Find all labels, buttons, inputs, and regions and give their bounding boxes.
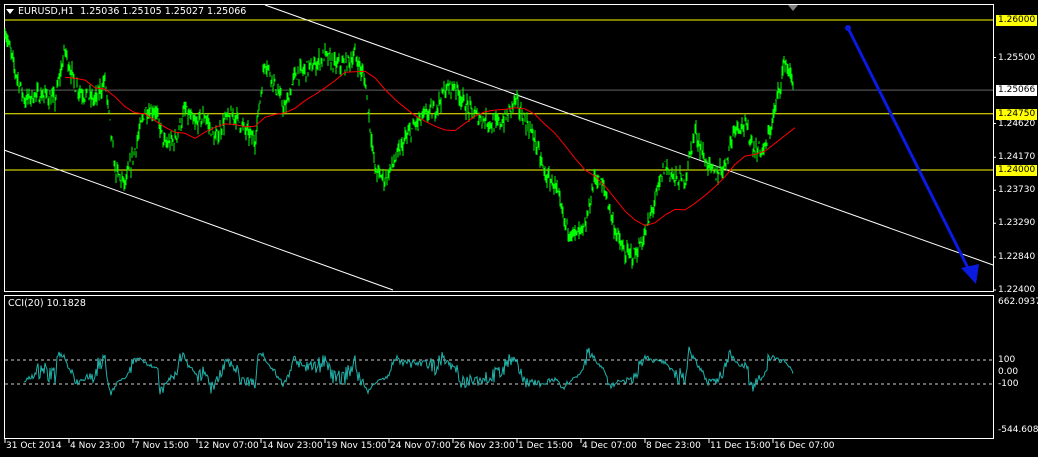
lower-trend-line[interactable] xyxy=(3,149,394,291)
level-price-label: 1.26000 xyxy=(996,15,1038,26)
price-tick-label: 1.24620 xyxy=(998,118,1036,129)
time-tick-label: 31 Oct 2014 xyxy=(6,441,62,451)
price-tick-label: 1.22400 xyxy=(998,285,1036,295)
time-tick-label: 8 Dec 23:00 xyxy=(646,441,701,451)
level-price-label: 1.24000 xyxy=(996,165,1038,176)
cci-line xyxy=(23,346,794,396)
cci-level-label: 0.00 xyxy=(998,367,1019,377)
time-tick-label: 4 Dec 07:00 xyxy=(582,441,637,451)
level-price-label: 1.24750 xyxy=(996,108,1038,120)
cci-min-label: -544.6083 xyxy=(998,425,1038,435)
time-tick-label: 7 Nov 15:00 xyxy=(134,441,189,451)
upper-trend-line[interactable] xyxy=(264,4,994,266)
current-price-label: 1.25066 xyxy=(996,85,1038,97)
chart-header: EURUSD,H1 1.25036 1.25105 1.25027 1.2506… xyxy=(6,6,246,17)
time-tick-label: 26 Nov 23:00 xyxy=(454,441,515,451)
main-panel-border xyxy=(4,4,994,292)
price-tick-label: 1.25500 xyxy=(998,52,1036,63)
price-chart[interactable] xyxy=(0,0,1038,457)
cci-label: CCI(20) 10.1828 xyxy=(8,298,86,309)
price-tick-label: 1.23730 xyxy=(998,185,1036,196)
cci-level-label: -100 xyxy=(998,379,1019,389)
time-tick-label: 16 Dec 07:00 xyxy=(774,441,835,451)
shift-marker-icon[interactable] xyxy=(788,5,798,11)
ohlc-values: 1.25036 1.25105 1.25027 1.25066 xyxy=(80,6,247,17)
price-bars xyxy=(4,28,794,269)
cci-level-label: 100 xyxy=(998,355,1016,365)
menu-triangle-icon[interactable] xyxy=(6,9,14,14)
price-tick-label: 1.23290 xyxy=(998,218,1036,229)
time-tick-label: 1 Dec 15:00 xyxy=(518,441,573,451)
symbol-label: EURUSD,H1 xyxy=(18,6,75,17)
price-tick-label: 1.22840 xyxy=(998,252,1036,262)
time-tick-label: 11 Dec 15:00 xyxy=(710,441,771,451)
time-tick-label: 12 Nov 07:00 xyxy=(198,441,259,451)
down-arrow-drawing[interactable] xyxy=(845,25,979,284)
price-tick-label: 1.24170 xyxy=(998,152,1036,163)
time-tick-label: 24 Nov 07:00 xyxy=(390,441,451,451)
time-tick-label: 14 Nov 23:00 xyxy=(262,441,323,451)
cci-max-label: 662.0937 xyxy=(998,297,1038,307)
time-tick-label: 4 Nov 23:00 xyxy=(70,441,125,451)
time-tick-label: 19 Nov 15:00 xyxy=(326,441,387,451)
